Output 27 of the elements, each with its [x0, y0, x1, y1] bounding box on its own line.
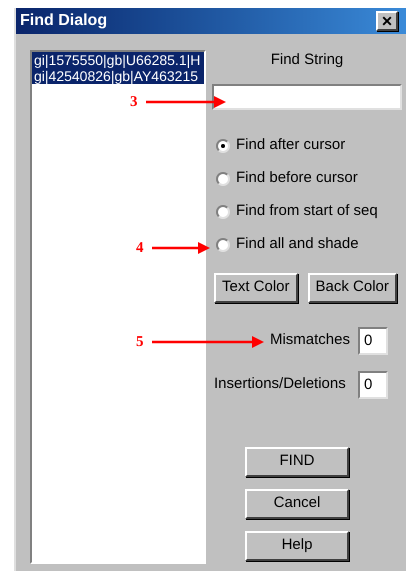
find-string-label: Find String [270, 50, 344, 70]
color-button[interactable]: Back Color [308, 272, 397, 302]
action-button[interactable]: Help [245, 530, 349, 560]
list-item[interactable]: gi|1575550|gb|U66285.1|H [32, 52, 204, 68]
radio-button[interactable] [216, 172, 230, 186]
radio-button[interactable] [216, 204, 230, 218]
indels-label: Insertions/Deletions [214, 374, 346, 394]
indels-field[interactable]: 0 [358, 370, 388, 398]
mismatches-field[interactable]: 0 [358, 326, 388, 354]
list-item[interactable]: gi|42540826|gb|AY463215 [32, 68, 204, 84]
radio-option[interactable]: Find before cursor [216, 168, 402, 188]
radio-button[interactable] [216, 138, 230, 152]
radio-option[interactable]: Find after cursor [216, 136, 402, 156]
radio-option[interactable]: Find all and shade [216, 234, 402, 254]
close-button[interactable]: × [376, 11, 398, 31]
callout-number: 4 [136, 239, 144, 258]
window-title: Find Dialog [20, 11, 108, 31]
callout-number: 5 [136, 333, 144, 352]
callout-arrow [152, 242, 210, 254]
callout-number: 3 [130, 93, 138, 112]
radio-button[interactable] [216, 238, 230, 252]
mismatches-label: Mismatches [270, 330, 350, 350]
find-string-field[interactable] [212, 84, 402, 110]
color-button[interactable]: Text Color [214, 272, 298, 302]
radio-option[interactable]: Find from start of seq [216, 202, 402, 222]
action-button[interactable]: Cancel [245, 488, 349, 518]
action-button[interactable]: FIND [245, 446, 349, 476]
